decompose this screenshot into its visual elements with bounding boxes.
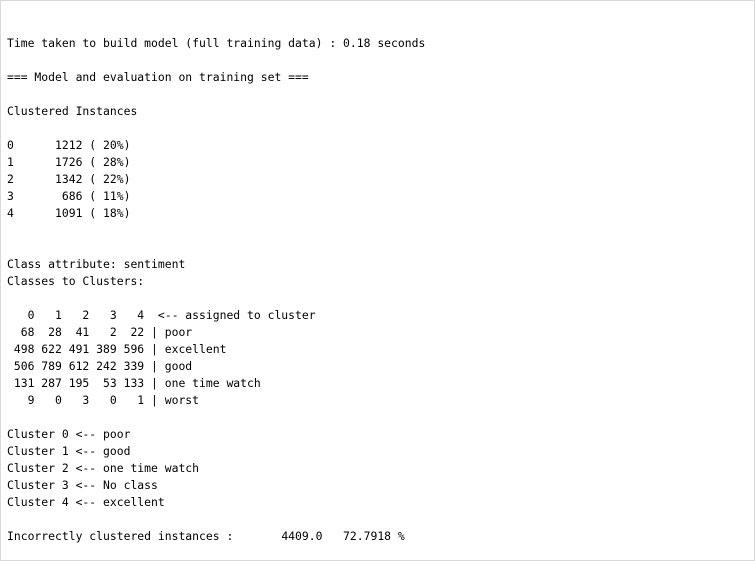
- output-line-cluster-0-count: 0 1212 ( 20%): [7, 138, 131, 152]
- output-line-incorrectly-clustered: Incorrectly clustered instances : 4409.0…: [7, 529, 405, 543]
- output-line-blank: [7, 409, 425, 426]
- output-line-blank: [7, 86, 425, 103]
- output-line-class-attribute: Class attribute: sentiment: [7, 257, 186, 271]
- output-line-blank: [7, 52, 425, 69]
- output-line-blank: [7, 120, 425, 137]
- output-line-cluster-1-assignment: Cluster 1 <-- good: [7, 444, 131, 458]
- output-line-matrix-row-one-time-watch: 131 287 195 53 133 | one time watch: [7, 376, 261, 390]
- output-line-matrix-row-excellent: 498 622 491 389 596 | excellent: [7, 342, 227, 356]
- clusterer-output-panel: Time taken to build model (full training…: [0, 0, 755, 561]
- output-line-cluster-2-count: 2 1342 ( 22%): [7, 172, 131, 186]
- output-line-matrix-row-good: 506 789 612 242 339 | good: [7, 359, 193, 373]
- output-line-build-time: Time taken to build model (full training…: [7, 36, 426, 50]
- output-line-cluster-4-count: 4 1091 ( 18%): [7, 206, 131, 220]
- output-line-clustered-instances-title: Clustered Instances: [7, 104, 138, 118]
- output-line-section-header: === Model and evaluation on training set…: [7, 70, 309, 84]
- scrollbar-track[interactable]: [748, 1, 754, 560]
- output-line-matrix-row-poor: 68 28 41 2 22 | poor: [7, 325, 193, 339]
- output-line-blank: [7, 222, 425, 239]
- output-line-blank: [7, 239, 425, 256]
- output-line-blank: [7, 290, 425, 307]
- output-line-blank: [7, 511, 425, 528]
- output-line-cluster-0-assignment: Cluster 0 <-- poor: [7, 427, 131, 441]
- clusterer-output-text[interactable]: Time taken to build model (full training…: [7, 35, 425, 545]
- output-line-cluster-2-assignment: Cluster 2 <-- one time watch: [7, 461, 200, 475]
- output-line-cluster-4-assignment: Cluster 4 <-- excellent: [7, 495, 165, 509]
- output-line-classes-to-clusters-title: Classes to Clusters:: [7, 274, 145, 288]
- output-line-matrix-header: 0 1 2 3 4 <-- assigned to cluster: [7, 308, 316, 322]
- output-line-cluster-3-assignment: Cluster 3 <-- No class: [7, 478, 158, 492]
- output-line-cluster-1-count: 1 1726 ( 28%): [7, 155, 131, 169]
- output-line-cluster-3-count: 3 686 ( 11%): [7, 189, 131, 203]
- output-line-matrix-row-worst: 9 0 3 0 1 | worst: [7, 393, 200, 407]
